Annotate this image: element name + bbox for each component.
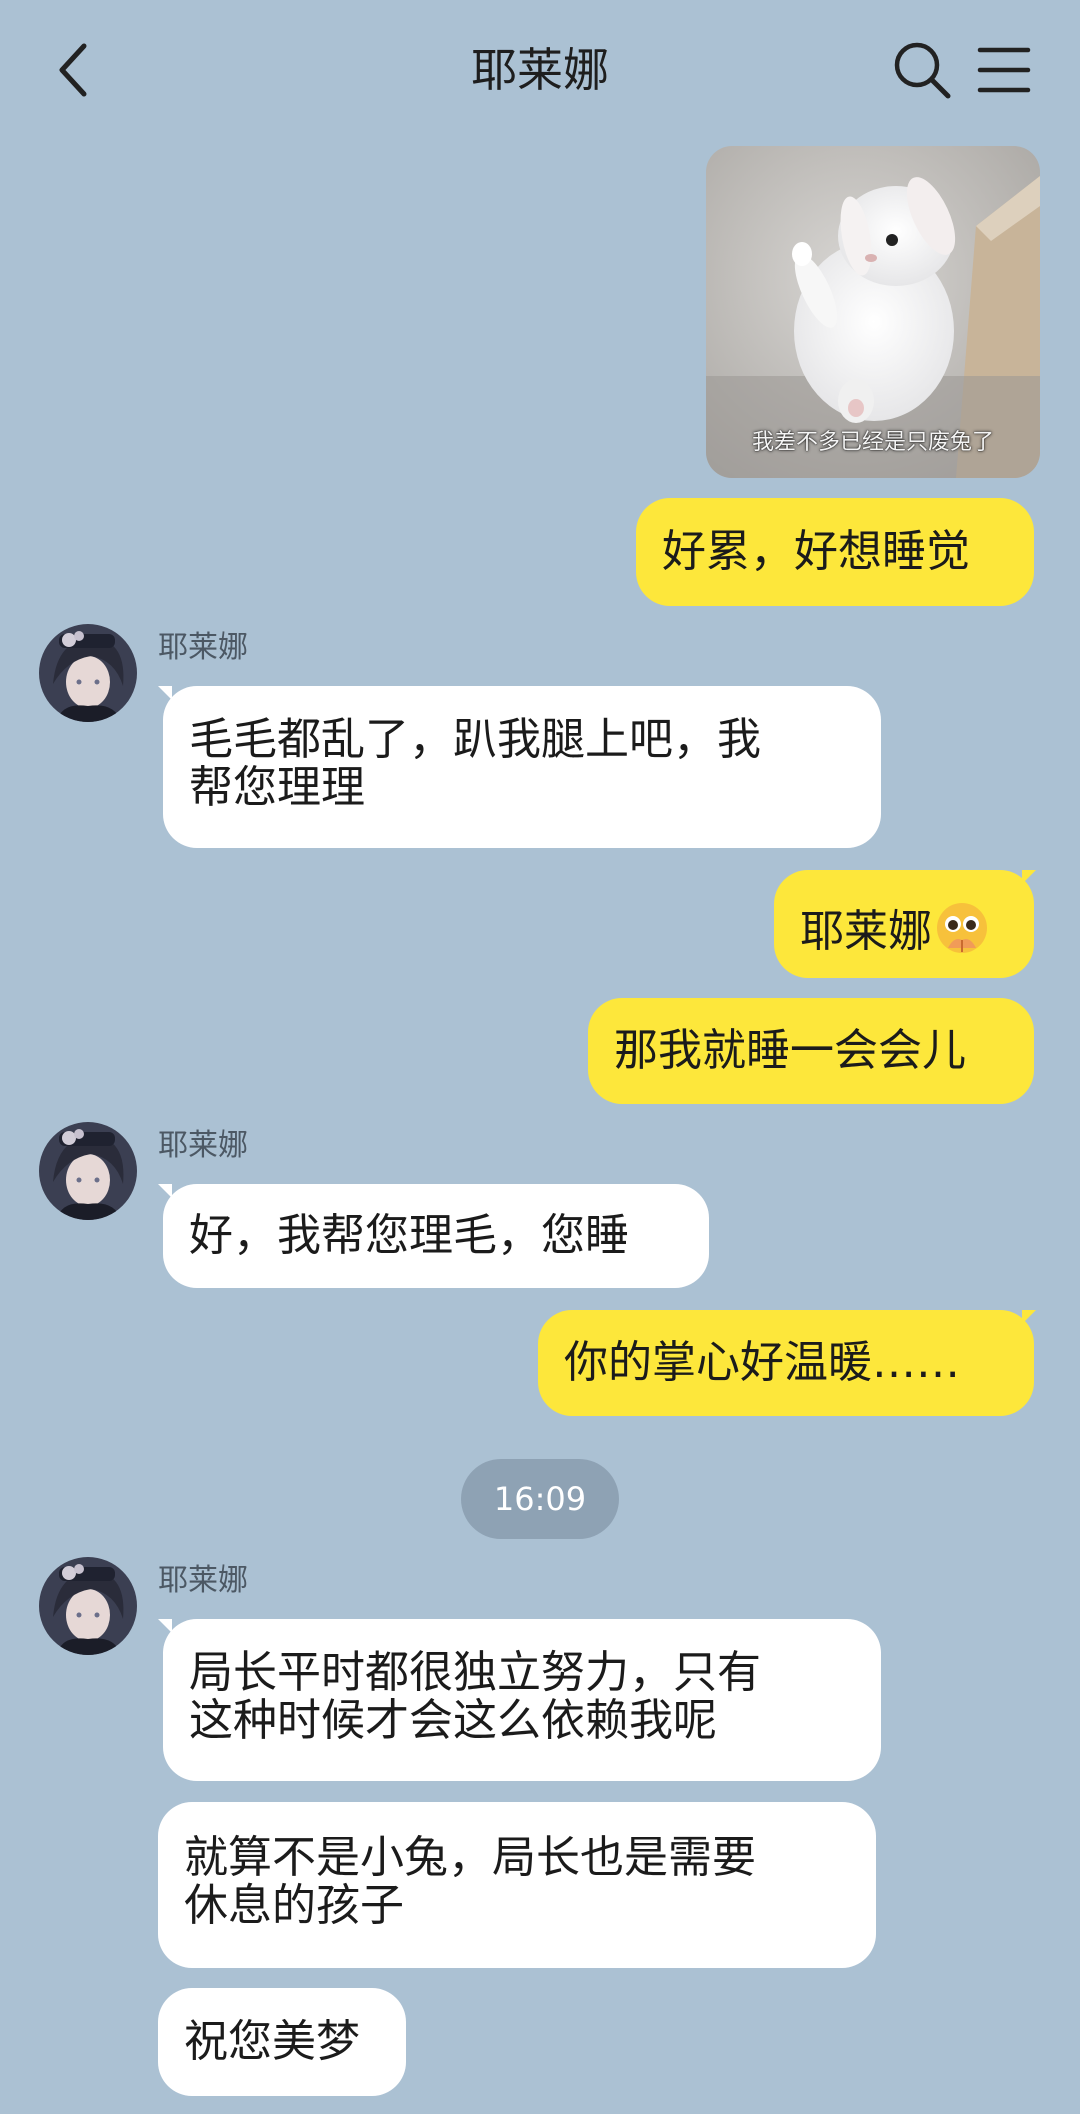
menu-button[interactable]: [974, 40, 1034, 100]
avatar[interactable]: [39, 1122, 137, 1220]
my-message-bubble[interactable]: 好累，好想睡觉: [636, 498, 1034, 606]
pleading-face-emoji: [937, 903, 987, 953]
avatar[interactable]: [39, 1557, 137, 1655]
sender-name: 耶莱娜: [158, 630, 248, 665]
bubble-tail: [158, 686, 172, 700]
their-message-bubble[interactable]: 局长平时都很独立努力，只有 这种时候才会这么依赖我呢: [163, 1619, 881, 1781]
their-message-bubble[interactable]: 就算不是小兔，局长也是需要 休息的孩子: [158, 1802, 876, 1968]
message-text-line1: 毛毛都乱了，趴我腿上吧，我: [189, 714, 761, 765]
bubble-tail: [158, 1619, 172, 1633]
bubble-tail: [1022, 1310, 1036, 1324]
menu-icon: [977, 47, 1031, 93]
message-text: 耶莱娜: [800, 906, 932, 957]
message-text: 好，我帮您理毛，您睡: [189, 1210, 629, 1261]
message-text-line1: 就算不是小兔，局长也是需要: [184, 1832, 756, 1883]
image-caption: 我差不多已经是只废兔了: [751, 430, 994, 455]
their-message-bubble[interactable]: 好，我帮您理毛，您睡: [163, 1184, 709, 1288]
sender-name: 耶莱娜: [158, 1563, 248, 1598]
message-content: 耶莱娜: [800, 900, 1008, 956]
message-text: 你的掌心好温暖……: [564, 1337, 960, 1388]
sent-image-bunny[interactable]: 我差不多已经是只废兔了: [706, 146, 1040, 478]
message-text-line2: 休息的孩子: [184, 1880, 404, 1931]
message-text: 祝您美梦: [184, 2016, 360, 2067]
message-text: 好累，好想睡觉: [662, 526, 970, 577]
my-message-bubble[interactable]: 你的掌心好温暖……: [538, 1310, 1034, 1416]
search-icon: [894, 42, 951, 99]
message-text-line1: 局长平时都很独立努力，只有: [189, 1647, 761, 1698]
their-message-bubble[interactable]: 祝您美梦: [158, 1988, 406, 2096]
my-message-bubble[interactable]: 那我就睡一会会儿: [588, 998, 1034, 1104]
my-message-bubble[interactable]: 耶莱娜: [774, 870, 1034, 978]
message-text-line2: 这种时候才会这么依赖我呢: [189, 1695, 717, 1746]
bubble-tail: [1022, 870, 1036, 884]
search-button[interactable]: [890, 38, 954, 102]
bubble-tail: [158, 1184, 172, 1198]
their-message-bubble[interactable]: 毛毛都乱了，趴我腿上吧，我 帮您理理: [163, 686, 881, 848]
avatar[interactable]: [39, 624, 137, 722]
timestamp-divider: 16:09: [461, 1459, 619, 1539]
top-bar: 耶莱娜: [0, 0, 1080, 140]
sender-name: 耶莱娜: [158, 1128, 248, 1163]
message-text-line2: 帮您理理: [189, 762, 365, 813]
message-text: 那我就睡一会会儿: [614, 1025, 966, 1076]
